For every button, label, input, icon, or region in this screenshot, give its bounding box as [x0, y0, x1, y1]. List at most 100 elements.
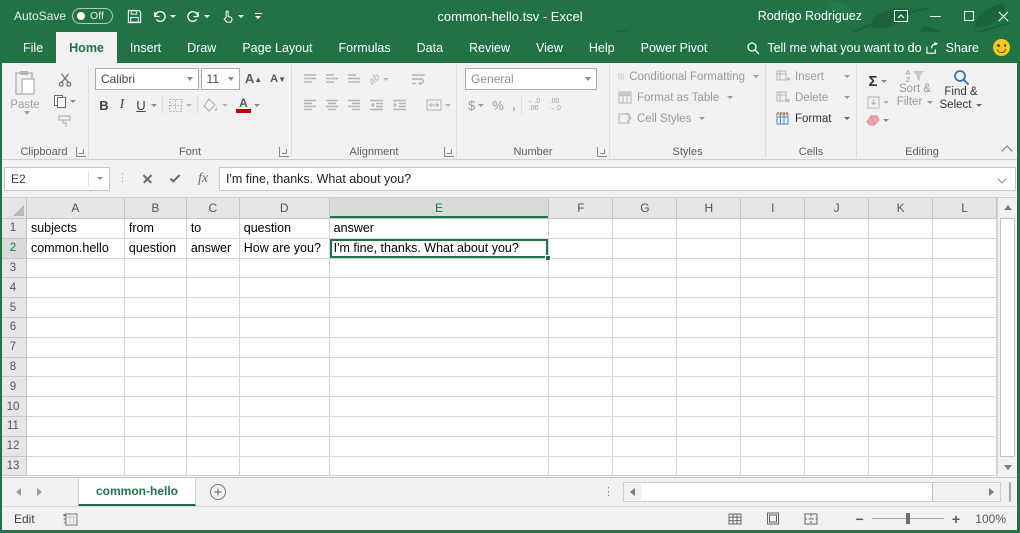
cell-K9[interactable] [869, 377, 933, 397]
new-sheet-button[interactable] [204, 478, 232, 506]
cell-B6[interactable] [125, 318, 187, 338]
middle-align-button[interactable] [322, 71, 342, 87]
cell-K13[interactable] [869, 457, 933, 477]
cancel-entry-button[interactable] [135, 167, 159, 191]
touch-mode-dropdown-icon[interactable] [238, 15, 244, 18]
increase-indent-button[interactable] [389, 97, 410, 113]
cell-I12[interactable] [741, 437, 805, 457]
row-header-11[interactable]: 11 [0, 417, 27, 437]
cell-G5[interactable] [613, 298, 677, 318]
cell-E9[interactable] [330, 377, 550, 397]
tab-file[interactable]: File [10, 32, 56, 63]
column-header-E[interactable]: E [330, 198, 550, 219]
cell-F12[interactable] [549, 437, 613, 457]
font-color-button[interactable]: A [233, 96, 263, 115]
insert-function-button[interactable]: fx [191, 167, 215, 191]
cell-E1[interactable]: answer [330, 219, 550, 239]
delete-cells-button[interactable]: Delete [772, 87, 854, 108]
cell-D13[interactable] [240, 457, 330, 477]
cell-C11[interactable] [187, 417, 240, 437]
fill-button[interactable] [863, 94, 892, 111]
cell-F2[interactable] [549, 239, 613, 259]
cell-H5[interactable] [677, 298, 741, 318]
horizontal-scroll-thumb[interactable] [641, 483, 933, 501]
zoom-out-button[interactable]: − [856, 514, 864, 524]
cell-J9[interactable] [805, 377, 869, 397]
cell-G13[interactable] [613, 457, 677, 477]
cell-L10[interactable] [933, 397, 997, 417]
percent-style-button[interactable]: % [489, 96, 507, 115]
merge-dropdown-icon[interactable] [445, 104, 451, 107]
cell-B8[interactable] [125, 358, 187, 378]
cell-H7[interactable] [677, 338, 741, 358]
accounting-dropdown-icon[interactable] [478, 104, 484, 107]
customize-qat-button[interactable] [250, 11, 267, 21]
row-header-5[interactable]: 5 [0, 298, 27, 318]
formula-input[interactable]: I'm fine, thanks. What about you? [219, 167, 1016, 191]
column-header-J[interactable]: J [805, 198, 869, 219]
tab-formulas[interactable]: Formulas [326, 32, 404, 63]
cell-L12[interactable] [933, 437, 997, 457]
format-as-table-dropdown-icon[interactable] [727, 96, 733, 99]
clear-button[interactable] [863, 113, 892, 128]
cell-H12[interactable] [677, 437, 741, 457]
comma-style-button[interactable]: , [509, 99, 519, 111]
cell-B11[interactable] [125, 417, 187, 437]
page-break-preview-button[interactable] [792, 508, 830, 530]
tab-scroll-splitter[interactable]: ⋮ [600, 488, 617, 497]
cell-L7[interactable] [933, 338, 997, 358]
row-header-3[interactable]: 3 [0, 259, 27, 279]
cell-J11[interactable] [805, 417, 869, 437]
fill-color-dropdown-icon[interactable] [222, 104, 228, 107]
cell-K5[interactable] [869, 298, 933, 318]
clear-dropdown-icon[interactable] [883, 119, 889, 122]
cell-L1[interactable] [933, 219, 997, 239]
italic-button[interactable]: I [115, 95, 129, 115]
cell-J5[interactable] [805, 298, 869, 318]
cell-G8[interactable] [613, 358, 677, 378]
cell-G4[interactable] [613, 278, 677, 298]
cell-D4[interactable] [240, 278, 330, 298]
decrease-indent-button[interactable] [366, 97, 387, 113]
cell-A2[interactable]: common.hello [27, 239, 125, 259]
fill-handle[interactable] [545, 255, 551, 261]
clipboard-dialog-launcher[interactable] [76, 147, 86, 157]
borders-button[interactable] [165, 96, 195, 115]
cell-K6[interactable] [869, 318, 933, 338]
top-align-button[interactable] [300, 71, 320, 87]
macro-record-button[interactable] [63, 512, 78, 526]
cell-I5[interactable] [741, 298, 805, 318]
cell-D7[interactable] [240, 338, 330, 358]
cell-B3[interactable] [125, 259, 187, 279]
cell-E12[interactable] [330, 437, 550, 457]
cell-L5[interactable] [933, 298, 997, 318]
expand-formula-bar-icon[interactable] [997, 175, 1009, 183]
cell-L13[interactable] [933, 457, 997, 477]
cell-I13[interactable] [741, 457, 805, 477]
cell-E2[interactable]: I'm fine, thanks. What about you? [330, 239, 550, 259]
enter-entry-button[interactable] [163, 167, 187, 191]
autosave-control[interactable]: AutoSave Off [14, 8, 113, 24]
scroll-down-button[interactable] [998, 458, 1017, 477]
cell-A1[interactable]: subjects [27, 219, 125, 239]
cell-F7[interactable] [549, 338, 613, 358]
cell-H9[interactable] [677, 377, 741, 397]
cell-C10[interactable] [187, 397, 240, 417]
column-header-K[interactable]: K [869, 198, 933, 219]
cell-B5[interactable] [125, 298, 187, 318]
cell-J1[interactable] [805, 219, 869, 239]
cell-I10[interactable] [741, 397, 805, 417]
formula-bar-splitter[interactable]: ⋮ [114, 174, 131, 183]
cell-F13[interactable] [549, 457, 613, 477]
cell-D2[interactable]: How are you? [240, 239, 330, 259]
tab-review[interactable]: Review [456, 32, 523, 63]
cell-C13[interactable] [187, 457, 240, 477]
cell-J2[interactable] [805, 239, 869, 259]
column-header-B[interactable]: B [125, 198, 187, 219]
cell-L8[interactable] [933, 358, 997, 378]
cell-H1[interactable] [677, 219, 741, 239]
paste-dropdown-icon[interactable] [24, 111, 30, 115]
cell-K3[interactable] [869, 259, 933, 279]
next-sheet-button[interactable] [37, 488, 42, 496]
format-painter-button[interactable] [50, 113, 79, 130]
